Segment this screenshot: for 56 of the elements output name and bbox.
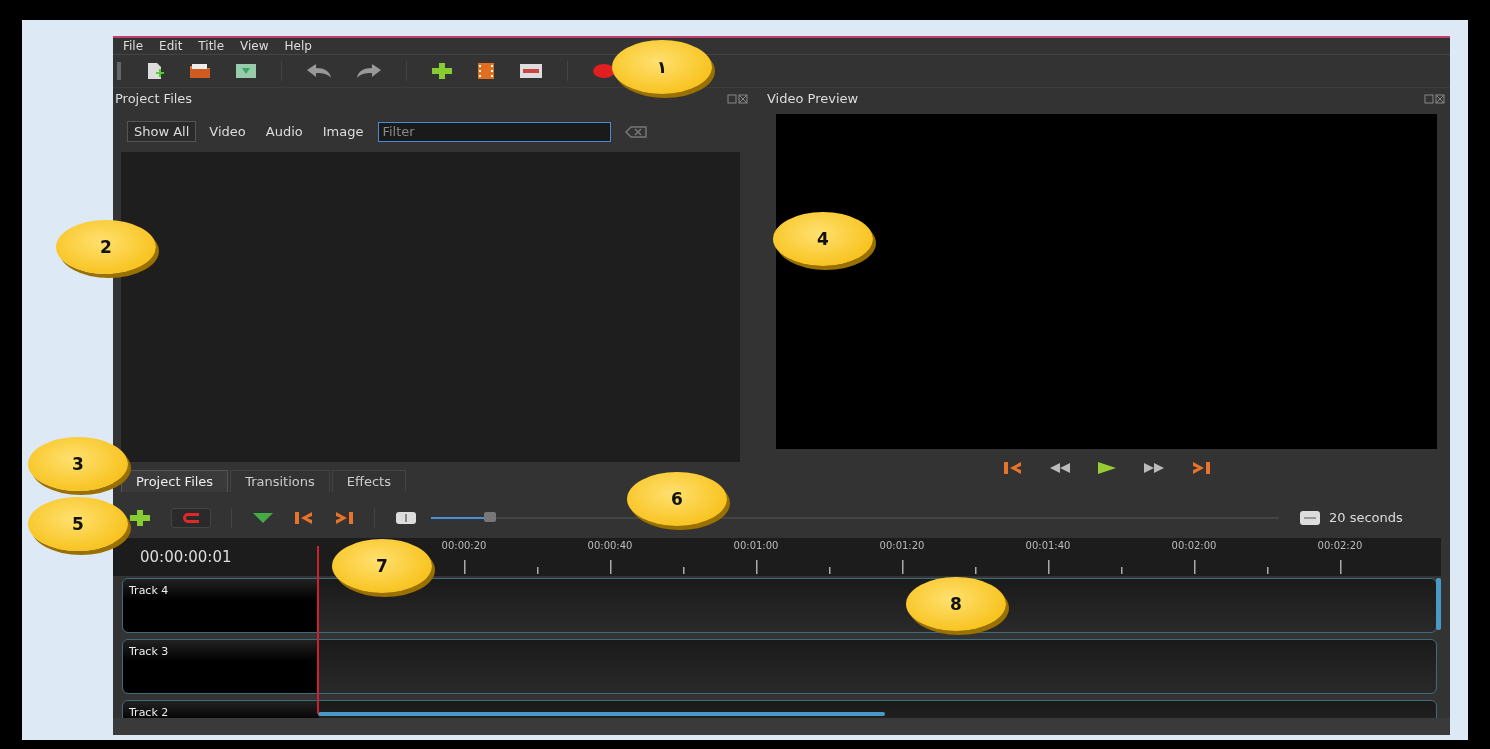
redo-icon[interactable] (356, 62, 382, 79)
tab[interactable]: Effects (331, 469, 406, 492)
menu-item[interactable]: View (238, 38, 277, 53)
title-card-icon[interactable] (519, 62, 543, 79)
track-name: Track 3 (128, 644, 169, 659)
ruler-label: 00:00:40 (586, 540, 634, 552)
slider-thumb[interactable] (484, 511, 497, 522)
dock-buttons-icon[interactable] (727, 93, 749, 104)
jump-start-icon[interactable] (1002, 460, 1023, 475)
filter-field[interactable]: Filter (378, 121, 612, 142)
plus-icon[interactable] (129, 508, 151, 527)
ruler-label: 00:00:20 (440, 540, 488, 552)
menu-item[interactable]: Title (196, 38, 233, 53)
record-icon[interactable] (592, 62, 616, 79)
ruler-label: 00:01:20 (878, 540, 926, 552)
film-icon[interactable] (477, 61, 495, 80)
new-file-icon[interactable] (145, 61, 165, 80)
play-icon[interactable] (1096, 460, 1117, 475)
undo-icon[interactable] (306, 62, 332, 79)
folder-icon[interactable] (189, 62, 211, 79)
zoom-icon[interactable] (1299, 509, 1321, 526)
filter-toggle[interactable]: Video (202, 121, 253, 143)
tab[interactable]: Transitions (230, 469, 330, 492)
fast-forward-icon[interactable] (1142, 462, 1165, 473)
zoom-reading: 20 seconds (1329, 510, 1403, 526)
filter-toggle[interactable]: Audio (258, 121, 310, 143)
ruler-label: 00:02:20 (1316, 540, 1364, 552)
tab[interactable]: Project Files (121, 469, 229, 492)
timecode: 00:00:00:01 (140, 548, 232, 567)
save-icon[interactable] (235, 62, 257, 79)
filter-toggle[interactable]: Show All (127, 121, 197, 143)
toolbar-grip-icon (117, 61, 121, 80)
jump-start-icon[interactable] (294, 510, 314, 525)
marker-icon[interactable] (252, 511, 274, 524)
menu-item[interactable]: Help (282, 38, 320, 53)
jump-end-icon[interactable] (1190, 460, 1211, 475)
jump-end-icon[interactable] (334, 510, 354, 525)
track-name: Track 4 (128, 583, 169, 598)
track-name: Track 2 (128, 705, 169, 719)
magnet-icon (182, 511, 200, 524)
dock-buttons-icon[interactable] (1424, 93, 1446, 104)
horizontal-scrollbar[interactable] (318, 712, 885, 717)
panel-title: Project Files (115, 91, 193, 107)
ruler-label: 00:01:40 (1024, 540, 1072, 552)
panel-title: Video Preview (767, 91, 859, 107)
plus-icon[interactable] (431, 61, 453, 80)
rewind-icon[interactable] (1048, 462, 1071, 473)
snap-button[interactable] (171, 507, 211, 528)
ruler-label: 00:02:00 (1170, 540, 1218, 552)
ruler-label: 00:01:00 (732, 540, 780, 552)
center-playhead-icon[interactable] (395, 510, 417, 525)
menu-item[interactable]: File (121, 38, 152, 53)
clear-icon[interactable] (625, 125, 648, 138)
menu-item[interactable]: Edit (157, 38, 191, 53)
filter-toggle[interactable]: Image (315, 121, 371, 143)
vertical-scrollbar[interactable] (1436, 578, 1441, 631)
